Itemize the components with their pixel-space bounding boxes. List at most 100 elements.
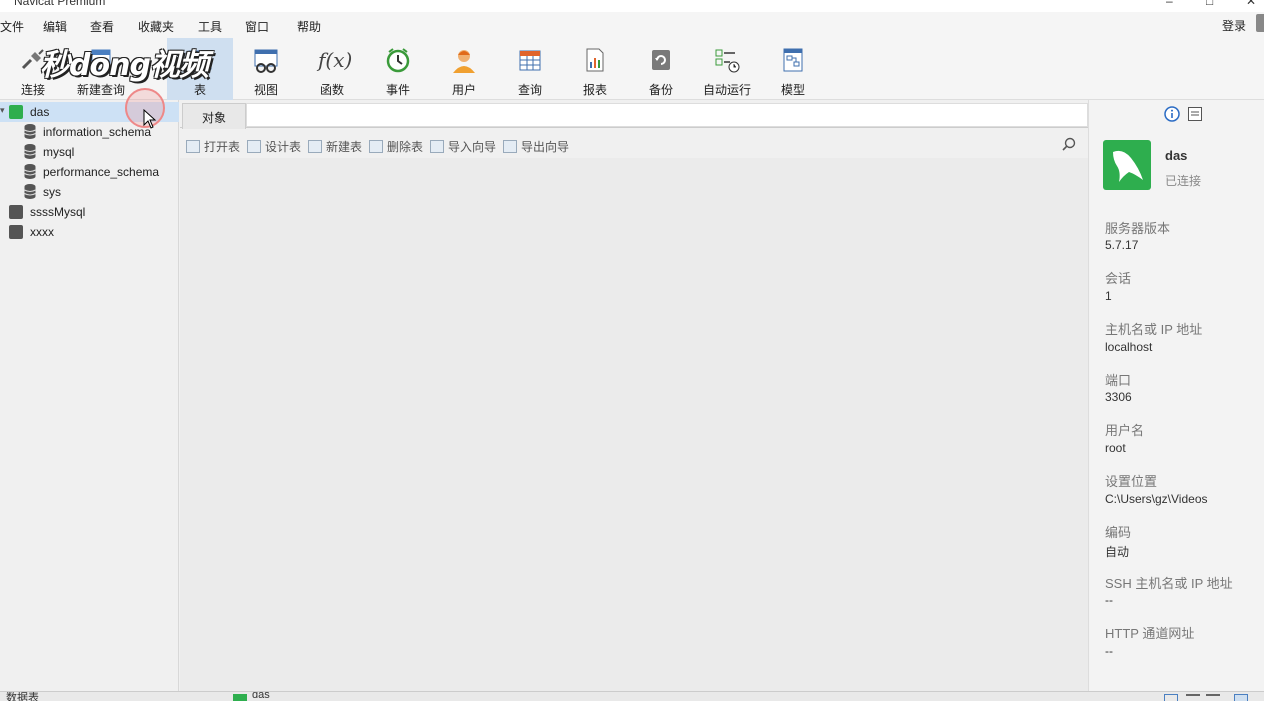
tree-connection-item[interactable]: ssssMysql	[0, 202, 179, 222]
backup-button[interactable]: 备份	[628, 38, 694, 100]
delete-table-icon	[369, 140, 383, 153]
expand-arrow-icon[interactable]: ▾	[0, 105, 5, 116]
new-table-button[interactable]: 新建表	[308, 138, 362, 155]
import-wizard-button[interactable]: 导入向导	[430, 138, 496, 155]
open-table-label: 打开表	[204, 140, 241, 154]
database-name: mysql	[43, 145, 75, 159]
minimize-button[interactable]: –	[1166, 0, 1173, 8]
function-label: 函数	[319, 83, 344, 97]
watermark-text: 秒dong视频	[40, 48, 209, 83]
connection-name: das	[30, 105, 50, 119]
report-button[interactable]: 报表	[562, 38, 628, 100]
ssh-host-label: SSH 主机名或 IP 地址	[1105, 576, 1233, 591]
status-object-type: 数据表	[6, 692, 39, 701]
location-value: C:\Users\gz\Videos	[1105, 492, 1208, 506]
report-icon	[586, 48, 604, 72]
menu-view[interactable]: 查看	[90, 18, 114, 35]
object-list-area[interactable]	[180, 158, 1088, 691]
object-toolbar: 打开表 设计表 新建表 删除表 导入向导 导出向导	[180, 132, 1088, 158]
connection-tree: ▾ das information_schema mysql performan…	[0, 88, 179, 691]
tree-database-item[interactable]: mysql	[0, 142, 179, 162]
connection-name: xxxx	[30, 225, 54, 239]
ddl-icon[interactable]	[1188, 107, 1202, 121]
menu-favorites[interactable]: 收藏夹	[138, 18, 174, 35]
delete-table-label: 删除表	[387, 140, 424, 154]
http-tunnel-value: --	[1105, 644, 1113, 658]
info-panel: das 已连接 服务器版本 5.7.17 会话 1 主机名或 IP 地址 loc…	[1088, 100, 1264, 691]
menu-tools[interactable]: 工具	[198, 18, 222, 35]
menu-edit[interactable]: 编辑	[43, 18, 67, 35]
automation-button[interactable]: 自动运行	[694, 38, 760, 100]
model-button[interactable]: 模型	[760, 38, 826, 100]
model-label: 模型	[780, 83, 805, 97]
import-wizard-icon	[430, 140, 444, 153]
query-button[interactable]: 查询	[497, 38, 563, 100]
view-label: 视图	[253, 83, 278, 97]
connection-title: das	[1165, 148, 1188, 163]
port-label: 端口	[1105, 373, 1132, 388]
watermark-logo: 秒dong视频	[40, 40, 235, 83]
function-button[interactable]: f(x) 函数	[299, 38, 365, 100]
event-label: 事件	[385, 83, 410, 97]
session-label: 会话	[1105, 271, 1132, 286]
event-clock-icon	[386, 48, 410, 73]
mouse-pointer-icon	[143, 109, 157, 129]
menu-bar: 文件 编辑 查看 收藏夹 工具 窗口 帮助 登录	[0, 12, 1264, 38]
design-table-label: 设计表	[265, 140, 302, 154]
database-name: sys	[43, 185, 61, 199]
export-wizard-label: 导出向导	[521, 140, 570, 154]
import-wizard-label: 导入向导	[448, 140, 497, 154]
query-icon	[519, 50, 541, 71]
open-table-button[interactable]: 打开表	[186, 138, 240, 155]
mysql-connection-icon	[9, 105, 23, 119]
delete-table-button[interactable]: 删除表	[369, 138, 423, 155]
grid-view-icon[interactable]	[1206, 694, 1220, 701]
toggle-panel-icon[interactable]	[1234, 694, 1248, 701]
server-version-value: 5.7.17	[1105, 238, 1139, 252]
design-table-button[interactable]: 设计表	[247, 138, 301, 155]
search-icon[interactable]	[1062, 137, 1076, 151]
open-table-icon	[186, 140, 200, 153]
close-button[interactable]: ✕	[1246, 0, 1256, 8]
ssh-host-value: --	[1105, 593, 1113, 607]
backup-label: 备份	[648, 83, 673, 97]
export-wizard-button[interactable]: 导出向导	[503, 138, 569, 155]
tab-bar: 对象	[180, 100, 1088, 129]
list-view-icon[interactable]	[1164, 694, 1178, 701]
report-label: 报表	[582, 83, 607, 97]
port-value: 3306	[1105, 390, 1132, 404]
host-value: localhost	[1105, 340, 1153, 354]
event-button[interactable]: 事件	[365, 38, 431, 100]
username-value: root	[1105, 441, 1126, 455]
tab-objects[interactable]: 对象	[182, 103, 246, 129]
tab-strip	[246, 103, 1088, 127]
automation-icon	[715, 49, 740, 73]
connection-name: ssssMysql	[30, 205, 86, 219]
info-icon[interactable]	[1164, 106, 1180, 122]
menu-file[interactable]: 文件	[0, 18, 24, 35]
maximize-button[interactable]: □	[1206, 0, 1213, 8]
title-bar: Navicat Premium – □ ✕	[0, 0, 1264, 12]
status-connection-icon	[233, 694, 247, 701]
tree-connection-item[interactable]: xxxx	[0, 222, 179, 242]
detail-view-icon[interactable]	[1186, 694, 1200, 701]
new-table-label: 新建表	[326, 140, 363, 154]
session-value: 1	[1105, 289, 1112, 303]
function-icon: f(x)	[318, 48, 353, 72]
mysql-dolphin-icon	[1103, 140, 1151, 190]
http-tunnel-label: HTTP 通道网址	[1105, 626, 1195, 641]
username-label: 用户名	[1105, 423, 1145, 438]
menu-help[interactable]: 帮助	[297, 18, 321, 35]
design-table-icon	[247, 140, 261, 153]
login-button[interactable]: 登录	[1222, 17, 1246, 34]
mysql-connection-icon	[9, 205, 23, 219]
database-icon	[24, 124, 36, 139]
user-button[interactable]: 用户	[431, 38, 497, 100]
tree-database-item[interactable]: performance_schema	[0, 162, 179, 182]
panel-edge	[1256, 14, 1264, 32]
view-button[interactable]: 视图	[233, 38, 299, 100]
menu-window[interactable]: 窗口	[245, 18, 269, 35]
tree-database-item[interactable]: sys	[0, 182, 179, 202]
encoding-value: 自动	[1105, 545, 1130, 559]
database-icon	[24, 184, 36, 199]
